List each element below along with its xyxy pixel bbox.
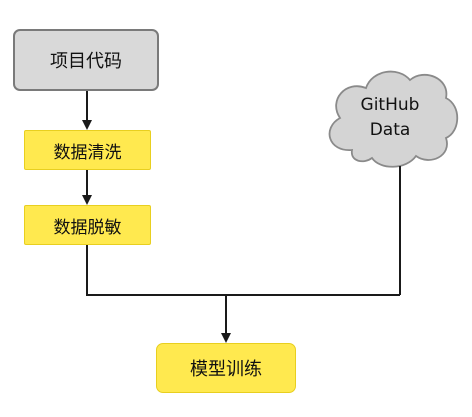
cloud-label-line1: GitHub: [360, 95, 420, 115]
connector-desensitization-to-merge: [86, 245, 400, 296]
flowchart: 项目代码 数据清洗 数据脱敏 模型训练 GitHub Data: [0, 0, 472, 417]
data-cleaning-node: 数据清洗: [24, 130, 151, 170]
source-code-node: 项目代码: [13, 29, 159, 91]
model-training-label: 模型训练: [190, 359, 262, 380]
data-desensitization-label: 数据脱敏: [53, 217, 122, 238]
data-cleaning-label: 数据清洗: [53, 142, 122, 163]
source-code-label: 项目代码: [50, 51, 122, 72]
github-data-label: GitHub Data: [326, 93, 454, 143]
cloud-label-line2: Data: [369, 120, 411, 140]
model-training-node: 模型训练: [156, 343, 296, 393]
data-desensitization-node: 数据脱敏: [24, 205, 151, 245]
